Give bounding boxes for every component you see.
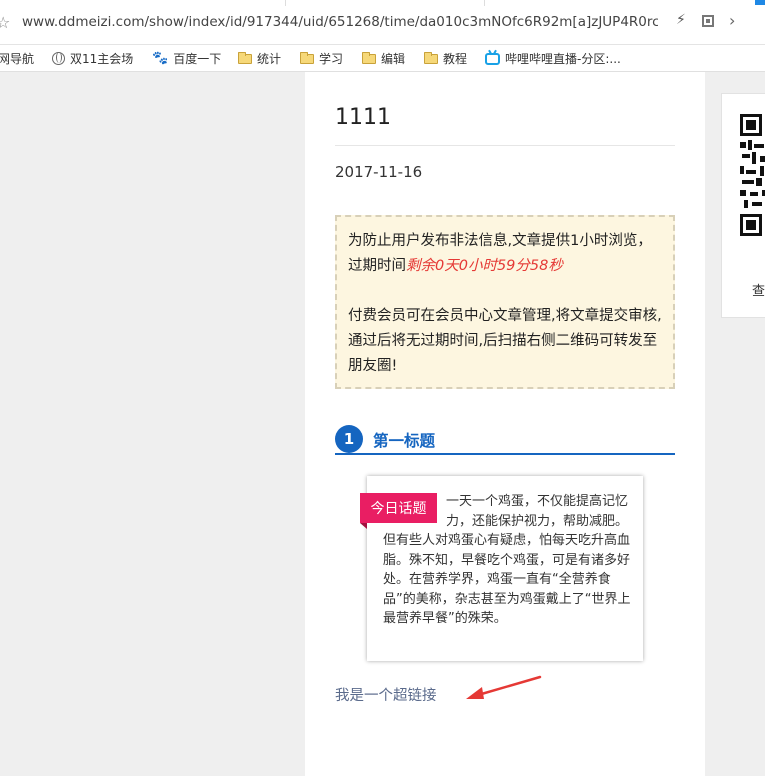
bookmark-item[interactable]: 学习 (300, 50, 343, 67)
bookmark-item[interactable]: 双11主会场 (52, 50, 133, 67)
hyperlink[interactable]: 我是一个超链接 (335, 684, 437, 705)
qr-label: 查 (752, 284, 765, 299)
globe-icon (52, 52, 65, 65)
url-field[interactable]: www.ddmeizi.com/show/index/id/917344/uid… (22, 14, 658, 30)
section-number-badge: 1 (335, 425, 363, 453)
paw-icon: 🐾 (152, 51, 169, 66)
tab-divider (285, 0, 286, 6)
arrow-annotation (466, 675, 542, 699)
bookmark-label: 网导航 (0, 52, 35, 66)
folder-icon (362, 51, 376, 64)
tv-icon (485, 52, 500, 65)
qr-icon[interactable] (702, 15, 714, 27)
bookmark-label: 双11主会场 (70, 52, 134, 66)
title-divider (335, 145, 675, 146)
bookmark-item[interactable]: 编辑 (362, 50, 405, 67)
folder-icon (424, 51, 438, 64)
bookmark-item[interactable]: 教程 (424, 50, 467, 67)
folder-icon (300, 51, 314, 64)
chevron-right-icon[interactable]: › (729, 11, 735, 30)
article-panel: 1111 2017-11-16 为防止用户发布非法信息,文章提供1小时浏览，过期… (305, 72, 705, 776)
article-title: 1111 (335, 105, 391, 130)
bookmark-label: 学习 (319, 52, 344, 66)
bookmark-item[interactable]: 🐾 百度一下 (152, 50, 221, 67)
bookmark-item[interactable]: 统计 (238, 50, 281, 67)
qr-panel: 查 (721, 93, 765, 318)
expiry-notice: 为防止用户发布非法信息,文章提供1小时浏览，过期时间剩余0天0小时59分58秒 … (335, 215, 675, 389)
bookmark-label: 哔哩哔哩直播-分区:... (505, 52, 621, 66)
tab-indicator (755, 0, 765, 5)
countdown-timer: 剩余0天0小时59分58秒 (406, 258, 563, 274)
topic-text: 一天一个鸡蛋，不仅能提高记忆力，还能保护视力，帮助减肥。但有些人对鸡蛋心有疑虑，… (383, 492, 631, 629)
address-bar: ☆ www.ddmeizi.com/show/index/id/917344/u… (0, 0, 765, 45)
topic-card: 今日话题 一天一个鸡蛋，不仅能提高记忆力，还能保护视力，帮助减肥。但有些人对鸡蛋… (360, 476, 643, 661)
section-title: 第一标题 (373, 432, 436, 450)
folder-icon (238, 51, 252, 64)
bookmark-label: 教程 (443, 52, 468, 66)
bookmark-label: 百度一下 (173, 52, 222, 66)
bookmarks-bar: 网导航 双11主会场 🐾 百度一下 统计 学习 编辑 教程 哔哩哔哩直播-分区:… (0, 45, 765, 72)
section-heading: 1 第一标题 (335, 425, 675, 455)
section-underline (335, 453, 675, 455)
bookmark-item[interactable]: 哔哩哔哩直播-分区:... (485, 50, 621, 67)
article-date: 2017-11-16 (335, 163, 423, 181)
bookmark-item[interactable]: 网导航 (0, 50, 34, 67)
bookmark-label: 统计 (257, 52, 282, 66)
bolt-icon[interactable]: ⚡ (676, 12, 686, 28)
qr-code-icon[interactable] (740, 114, 765, 240)
notice-text: 付费会员可在会员中心文章管理,将文章提交审核,通过后将无过期时间,后扫描右侧二维… (348, 308, 662, 374)
star-icon[interactable]: ☆ (0, 13, 10, 32)
tab-divider (484, 0, 485, 6)
bookmark-label: 编辑 (381, 52, 406, 66)
